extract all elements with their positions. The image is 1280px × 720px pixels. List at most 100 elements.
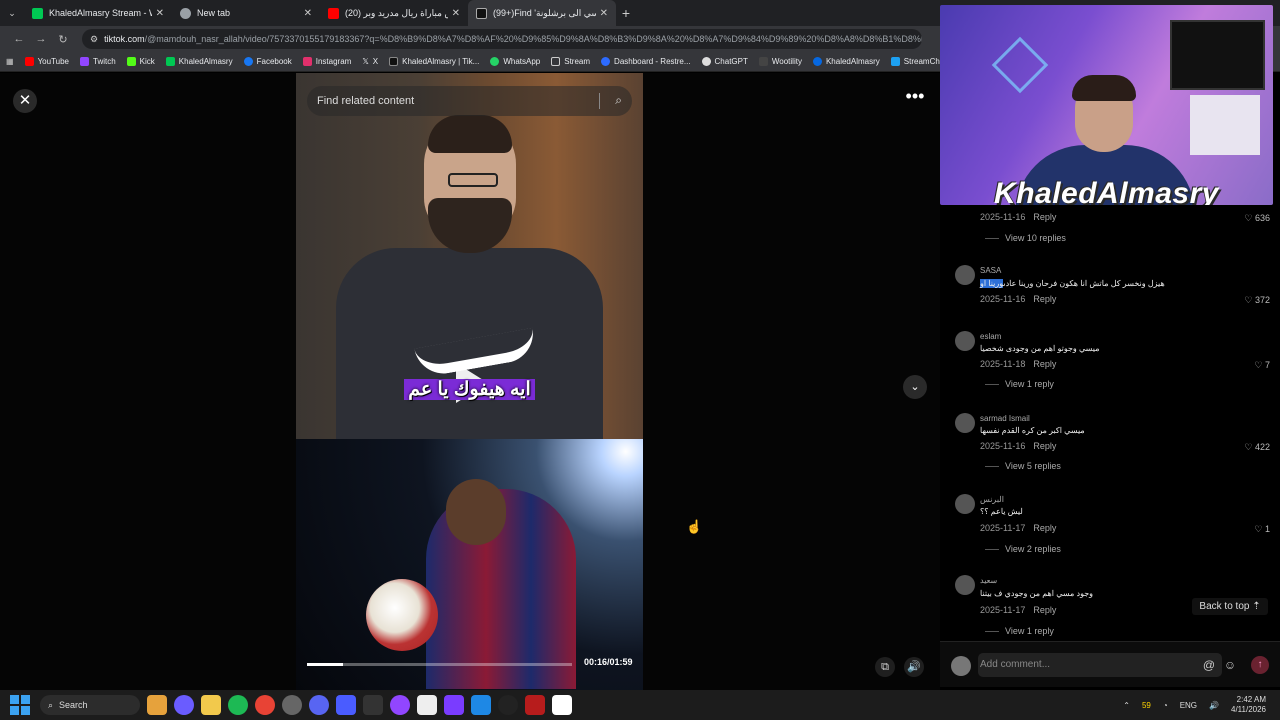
- comment-username[interactable]: sarmad Ismail: [980, 414, 1030, 423]
- avatar[interactable]: [955, 494, 975, 514]
- widget-icon[interactable]: [147, 695, 167, 715]
- bookmark-twitch[interactable]: Twitch: [80, 57, 116, 66]
- windows-start-icon[interactable]: [10, 695, 30, 715]
- next-video-chevron-icon[interactable]: ⌄: [903, 375, 927, 399]
- reply-button[interactable]: Reply: [1033, 212, 1056, 222]
- video-player[interactable]: ايه هيفوك يا عم Find related content ⌕ 0…: [296, 73, 643, 690]
- view-replies-button[interactable]: View 1 reply: [985, 626, 1054, 636]
- tray-counter[interactable]: 59: [1142, 701, 1151, 710]
- like-count[interactable]: ♡ 7: [1254, 360, 1270, 371]
- like-count[interactable]: ♡ 636: [1244, 213, 1270, 224]
- bookmark-meta[interactable]: KhaledAlmasry: [812, 57, 880, 66]
- tray-chevron-icon[interactable]: ⌃: [1123, 701, 1130, 710]
- avatar[interactable]: [955, 265, 975, 285]
- bookmark-chatgpt[interactable]: ChatGPT: [701, 57, 748, 66]
- close-tab-icon[interactable]: ✕: [600, 8, 608, 19]
- site-info-icon[interactable]: ⚙: [90, 34, 98, 45]
- more-options-icon[interactable]: •••: [902, 87, 928, 111]
- chrome-icon[interactable]: [255, 695, 275, 715]
- taskbar-search[interactable]: ⌕ Search: [40, 695, 140, 715]
- bookmark-khaledalmasry[interactable]: KhaledAlmasry: [165, 57, 233, 66]
- back-arrow-icon[interactable]: ←: [8, 33, 30, 45]
- x-icon: 𝕏: [362, 57, 369, 66]
- view-replies-button[interactable]: View 10 replies: [985, 233, 1066, 243]
- reply-button[interactable]: Reply: [1033, 605, 1056, 615]
- reply-button[interactable]: Reply: [1033, 359, 1056, 369]
- bookmark-youtube[interactable]: YouTube: [24, 57, 69, 66]
- view-replies-button[interactable]: View 1 reply: [985, 379, 1054, 389]
- wifi-icon[interactable]: ◔: [1163, 701, 1168, 710]
- close-tab-icon[interactable]: ✕: [156, 8, 164, 19]
- spotify-icon[interactable]: [228, 695, 248, 715]
- video-progress-bar[interactable]: [307, 663, 572, 666]
- avatar[interactable]: [955, 331, 975, 351]
- comment-username[interactable]: سعيد: [980, 576, 997, 585]
- related-content-search[interactable]: Find related content ⌕: [307, 86, 632, 116]
- comment-username[interactable]: البرنس: [980, 495, 1004, 504]
- comment-input[interactable]: Add comment...: [978, 653, 1222, 677]
- like-count[interactable]: ♡ 422: [1244, 442, 1270, 453]
- mention-icon[interactable]: @: [1200, 656, 1218, 674]
- view-replies-button[interactable]: View 2 replies: [985, 544, 1061, 554]
- tab-search-icon[interactable]: ⌄: [0, 8, 24, 19]
- streamdeck-icon[interactable]: [498, 695, 518, 715]
- tab-youtube[interactable]: (20) ملخص مباراة ريال مدريد وبر ✕: [320, 0, 468, 26]
- bookmark-stream[interactable]: Stream: [551, 57, 590, 66]
- search-icon[interactable]: ⌕: [615, 93, 622, 108]
- bookmark-tiktok[interactable]: KhaledAlmasry | Tik...: [389, 57, 479, 66]
- bookmark-restream[interactable]: Dashboard - Restre...: [601, 57, 691, 66]
- bookmark-kick[interactable]: Kick: [126, 57, 155, 66]
- clock[interactable]: 2:42 AM 4/11/2026: [1231, 695, 1266, 715]
- comment-username[interactable]: SASA: [980, 266, 1001, 275]
- close-viewer-button[interactable]: ✕: [13, 89, 37, 113]
- view-replies-button[interactable]: View 5 replies: [985, 461, 1061, 471]
- document-icon[interactable]: [552, 695, 572, 715]
- pip-icon[interactable]: ⧉: [875, 657, 895, 677]
- file-explorer-icon[interactable]: [201, 695, 221, 715]
- restream-icon: [601, 57, 611, 66]
- avatar[interactable]: [955, 413, 975, 433]
- bookmark-whatsapp[interactable]: WhatsApp: [490, 57, 540, 66]
- volume-icon[interactable]: 🔊: [1209, 701, 1219, 710]
- address-bar[interactable]: ⚙ tiktok.com /@mamdouh_nasr_allah/video/…: [82, 29, 922, 49]
- lang-indicator[interactable]: ENG: [1180, 701, 1197, 710]
- tab-khaled-stream[interactable]: KhaledAlmasry Stream - Watch ✕: [24, 0, 172, 26]
- like-count[interactable]: ♡ 1: [1254, 524, 1270, 535]
- tab-tiktok[interactable]: (99+)Find 'عاد ميسي الى برشلونة ✕: [468, 0, 616, 26]
- reply-button[interactable]: Reply: [1033, 523, 1056, 533]
- tab-new-tab[interactable]: New tab ✕: [172, 0, 320, 26]
- copilot-icon[interactable]: [174, 695, 194, 715]
- apps-grid-icon[interactable]: ▦: [6, 57, 14, 66]
- new-tab-button[interactable]: +: [616, 5, 636, 21]
- avatar[interactable]: [955, 575, 975, 595]
- bookmark-instagram[interactable]: Instagram: [302, 57, 351, 66]
- send-button[interactable]: ↑: [1251, 656, 1269, 674]
- close-tab-icon[interactable]: ✕: [452, 8, 460, 19]
- kick-favicon-icon: [32, 7, 43, 19]
- twitch-app-icon[interactable]: [390, 695, 410, 715]
- volume-icon[interactable]: 🔊: [904, 657, 924, 677]
- settings-gear-icon[interactable]: [282, 695, 302, 715]
- discord-icon[interactable]: [309, 695, 329, 715]
- comment-username[interactable]: eslam: [980, 332, 1001, 341]
- forward-arrow-icon[interactable]: →: [30, 33, 52, 45]
- red-app-icon[interactable]: [525, 695, 545, 715]
- emoji-icon[interactable]: ☺: [1221, 656, 1239, 674]
- notepad-icon[interactable]: [417, 695, 437, 715]
- app-grid-icon[interactable]: [336, 695, 356, 715]
- obs-icon[interactable]: [444, 695, 464, 715]
- store-icon[interactable]: [471, 695, 491, 715]
- mouse-cursor-icon: ☝: [686, 519, 703, 534]
- bookmark-wootility[interactable]: Wootility: [758, 57, 802, 66]
- reply-button[interactable]: Reply: [1033, 441, 1056, 451]
- comment-text: ليش ياعم ؟؟: [980, 507, 1023, 516]
- meta-icon: [812, 57, 822, 66]
- bookmark-facebook[interactable]: Facebook: [243, 57, 292, 66]
- terminal-icon[interactable]: [363, 695, 383, 715]
- like-count[interactable]: ♡ 372: [1244, 295, 1270, 306]
- back-to-top-button[interactable]: Back to top ⇡: [1192, 598, 1268, 615]
- bookmark-x[interactable]: 𝕏X: [362, 57, 378, 66]
- reply-button[interactable]: Reply: [1033, 294, 1056, 304]
- reload-icon[interactable]: ↻: [52, 33, 74, 46]
- close-tab-icon[interactable]: ✕: [304, 8, 312, 19]
